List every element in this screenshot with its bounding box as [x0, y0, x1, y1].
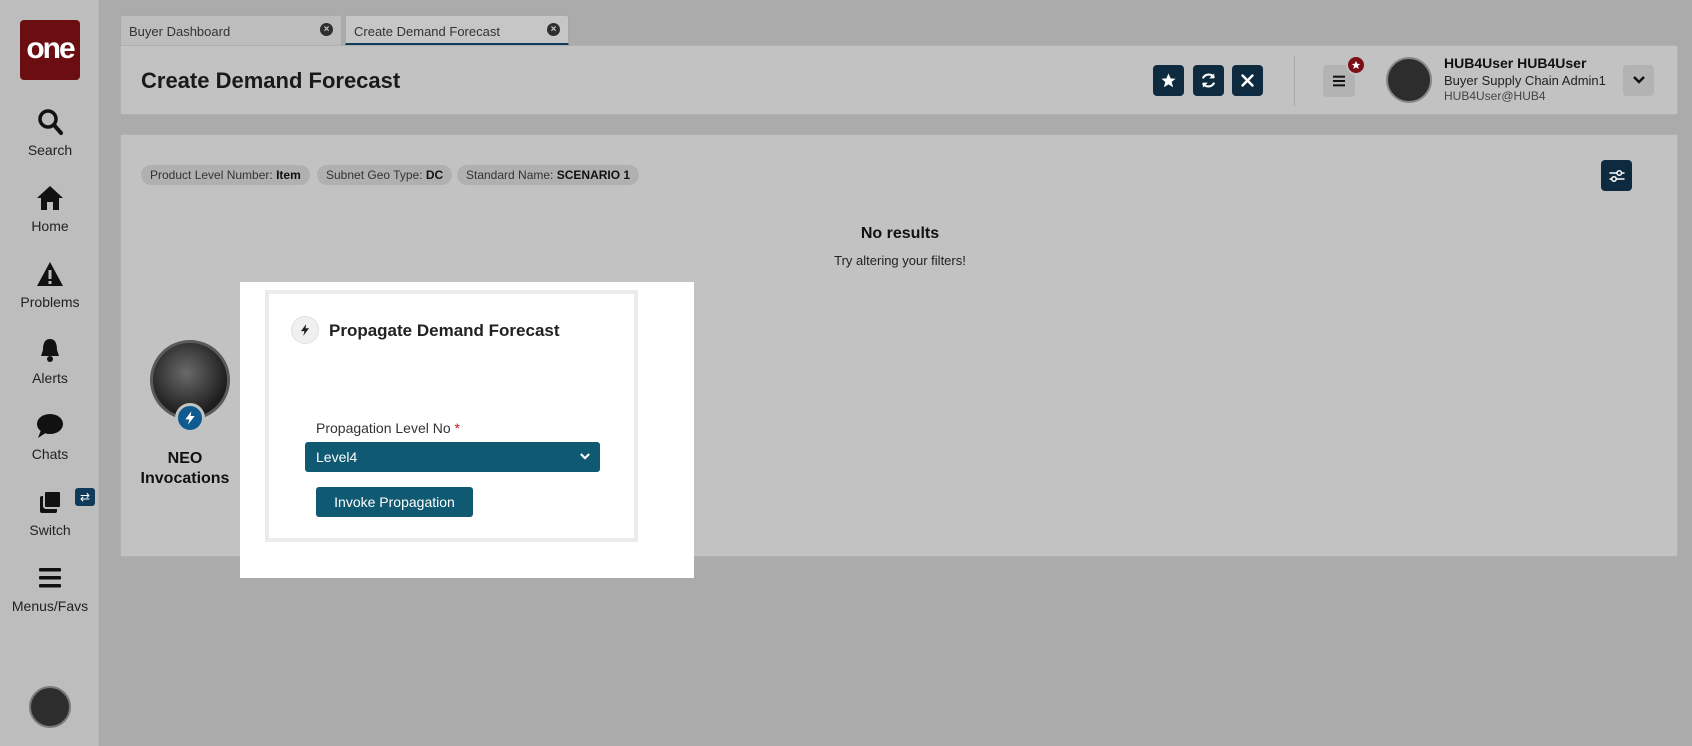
sidebar-item-label: Problems: [20, 294, 80, 310]
filter-key: Standard Name:: [466, 168, 554, 182]
close-icon: [1241, 74, 1254, 87]
page-title: Create Demand Forecast: [141, 68, 401, 93]
user-avatar[interactable]: [1386, 57, 1432, 103]
sidebar-item-label: Alerts: [32, 370, 68, 386]
sliders-icon: [1609, 170, 1624, 182]
filter-key: Product Level Number:: [150, 168, 273, 182]
bell-icon: [0, 336, 100, 366]
field-label-text: Propagation Level No: [316, 420, 451, 436]
refresh-icon: [1201, 73, 1216, 88]
sidebar-item-search[interactable]: Search: [0, 108, 100, 158]
tab-label: Buyer Dashboard: [129, 24, 231, 39]
switch-arrows-icon: ⇄: [75, 488, 95, 506]
propagate-demand-forecast-card: Propagate Demand Forecast Propagation Le…: [265, 290, 638, 542]
sidebar-item-label: Chats: [31, 446, 69, 462]
app-logo[interactable]: one: [20, 20, 80, 80]
selected-value: Level4: [316, 449, 358, 465]
lightning-icon: [185, 411, 195, 425]
sidebar-item-problems[interactable]: Problems: [0, 260, 100, 310]
hamburger-icon: [0, 564, 100, 594]
user-email: HUB4User@HUB4: [1444, 89, 1546, 103]
sidebar-item-label: Home: [31, 218, 69, 234]
refresh-button[interactable]: [1193, 65, 1224, 96]
sidebar-item-chats[interactable]: Chats: [0, 412, 100, 462]
filter-key: Subnet Geo Type:: [326, 168, 423, 182]
favorite-button[interactable]: [1153, 65, 1184, 96]
sidebar-item-alerts[interactable]: Alerts: [0, 336, 100, 386]
propagation-level-select[interactable]: Level4: [305, 442, 600, 472]
notification-star-badge: [1346, 55, 1366, 75]
propagation-level-label: Propagation Level No *: [316, 420, 460, 436]
header-divider: [1294, 56, 1295, 106]
star-icon: [1351, 60, 1361, 69]
left-sidebar: one Search Home Problems Alerts Chats Sw…: [0, 0, 100, 746]
filter-chip-product-level[interactable]: Product Level Number: Item: [141, 165, 310, 185]
user-name: HUB4User HUB4User: [1444, 55, 1587, 71]
filter-chip-standard-name[interactable]: Standard Name: SCENARIO 1: [457, 165, 640, 185]
neo-invocations-label[interactable]: NEO Invocations: [120, 449, 250, 489]
close-icon[interactable]: ×: [320, 23, 333, 36]
star-icon: [1161, 73, 1176, 88]
tab-label: Create Demand Forecast: [354, 24, 500, 39]
hamburger-icon: [1333, 75, 1345, 87]
sidebar-item-home[interactable]: Home: [0, 184, 100, 234]
warning-icon: [0, 260, 100, 290]
chevron-down-icon: [1632, 76, 1645, 84]
no-results-title: No results: [860, 225, 940, 242]
sidebar-item-label: Switch: [29, 522, 71, 538]
neo-label-line2: Invocations: [140, 470, 230, 487]
card-title: Propagate Demand Forecast: [329, 321, 560, 340]
sidebar-item-menus-favs[interactable]: Menus/Favs: [0, 564, 100, 614]
chat-icon: [0, 412, 100, 442]
search-icon: [0, 108, 100, 138]
sidebar-item-label: Search: [27, 142, 73, 158]
home-icon: [0, 184, 100, 214]
neo-label-line1: NEO: [167, 450, 203, 467]
invoke-propagation-button[interactable]: Invoke Propagation: [316, 487, 473, 517]
avatar[interactable]: [29, 686, 71, 728]
required-mark: *: [454, 420, 460, 436]
user-menu-dropdown[interactable]: [1623, 65, 1654, 96]
close-button[interactable]: [1232, 65, 1263, 96]
filter-settings-button[interactable]: [1601, 160, 1632, 191]
filter-value: SCENARIO 1: [556, 168, 631, 182]
filter-chip-subnet-geo-type[interactable]: Subnet Geo Type: DC: [317, 165, 453, 185]
sidebar-item-label: Menus/Favs: [11, 598, 89, 614]
user-role: Buyer Supply Chain Admin1: [1444, 73, 1606, 88]
lightning-icon: [291, 316, 319, 344]
no-results-subtitle: Try altering your filters!: [834, 253, 966, 268]
close-icon[interactable]: ×: [547, 23, 560, 36]
filter-value: DC: [425, 168, 444, 182]
chevron-down-icon: [580, 453, 590, 460]
page-header: Create Demand Forecast HUB4User HUB4User…: [120, 45, 1678, 115]
neo-lightning-badge: [175, 403, 205, 433]
tab-buyer-dashboard[interactable]: Buyer Dashboard ×: [120, 15, 342, 45]
filter-value: Item: [276, 168, 301, 182]
tab-create-demand-forecast[interactable]: Create Demand Forecast ×: [345, 15, 569, 45]
